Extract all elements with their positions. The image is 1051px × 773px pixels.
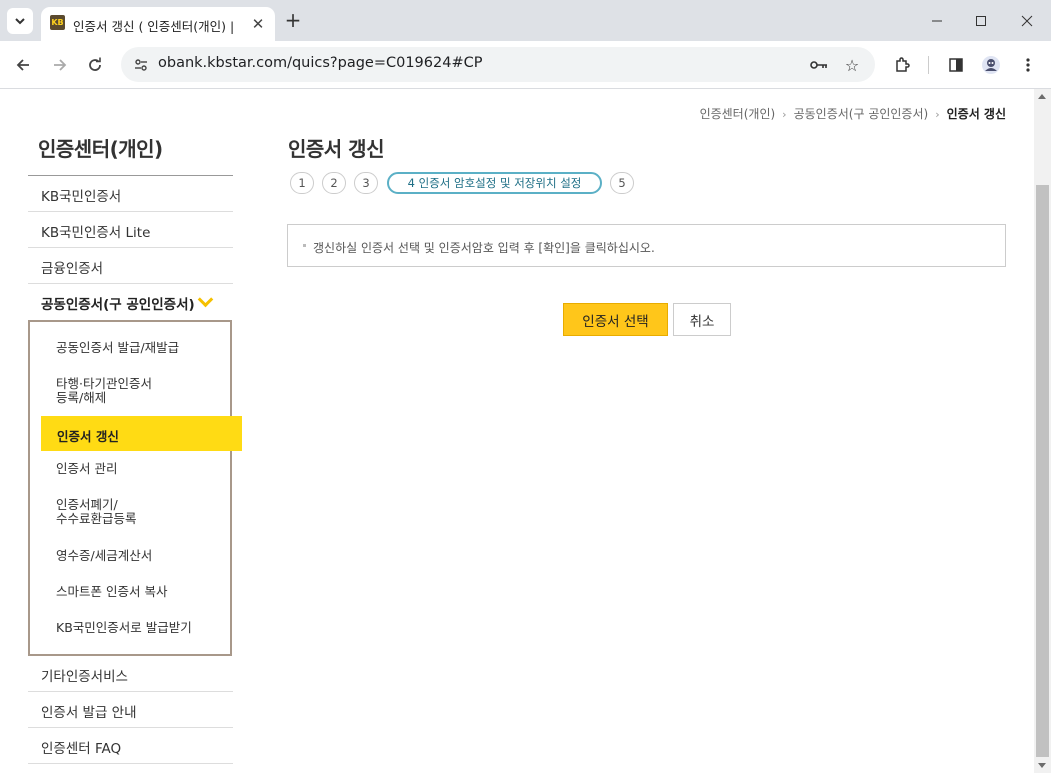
sidebar-item-kb-cert[interactable]: KB국민인증서 — [28, 176, 233, 212]
forward-arrow-icon[interactable] — [48, 53, 72, 77]
maximize-icon[interactable] — [966, 8, 996, 34]
minimize-icon[interactable] — [922, 8, 952, 34]
submenu-item-label-line2: 등록/해제 — [56, 390, 107, 405]
sidebar-item-label: 공동인증서(구 공인인증서) — [41, 297, 195, 313]
profile-avatar-icon[interactable] — [978, 52, 1004, 78]
sidebar-item-kb-cert-lite[interactable]: KB국민인증서 Lite — [28, 212, 233, 248]
toolbar-divider — [928, 56, 929, 74]
submenu-item-label-line2: 수수료환급등록 — [56, 511, 137, 526]
step-indicator: 5 — [610, 172, 634, 194]
sidebar-item-issue-guide[interactable]: 인증서 발급 안내 — [28, 692, 233, 728]
kebab-menu-icon[interactable] — [1015, 52, 1041, 78]
submenu-item-label: 영수증/세금계산서 — [56, 548, 153, 563]
breadcrumb-item[interactable]: 공동인증서(구 공인인증서) — [794, 107, 929, 121]
chevron-down-icon — [197, 291, 214, 308]
sidebar-item-joint-cert[interactable]: 공동인증서(구 공인인증서) — [28, 284, 233, 319]
plus-icon[interactable]: + — [283, 8, 303, 32]
submenu-item-label: 공동인증서 발급/재발급 — [56, 340, 180, 355]
site-info-icon[interactable] — [131, 55, 151, 75]
sidebar-submenu — [28, 320, 232, 656]
scroll-down-arrow-icon[interactable] — [1038, 763, 1046, 768]
submenu-item-label: 인증서 관리 — [56, 461, 118, 476]
sidebar-item-faq[interactable]: 인증센터 FAQ — [28, 728, 233, 764]
scroll-up-arrow-icon[interactable] — [1038, 94, 1046, 99]
sidebar-item-label: 기타인증서비스 — [41, 669, 128, 685]
step-indicator-active: 4 인증서 암호설정 및 저장위치 설정 — [387, 172, 602, 194]
submenu-item-renew[interactable]: 인증서 갱신 — [41, 416, 242, 451]
submenu-item-label: 스마트폰 인증서 복사 — [56, 584, 168, 599]
browser-tab[interactable]: KB 인증서 갱신 ( 인증센터(개인) | ✕ — [41, 7, 275, 41]
page-viewport: 인증센터(개인) › 공동인증서(구 공인인증서) › 인증서 갱신 인증센터(개인) … — [0, 89, 1051, 773]
select-certificate-button[interactable]: 인증서 선택 — [563, 303, 668, 336]
key-icon[interactable] — [808, 54, 830, 76]
submenu-item-label-line1: 타행·타기관인증서 — [56, 376, 152, 391]
info-text: 갱신하실 인증서 선택 및 인증서암호 입력 후 [확인]을 클릭하십시오. — [313, 241, 655, 255]
browser-titlebar: KB 인증서 갱신 ( 인증센터(개인) | ✕ + — [0, 0, 1051, 41]
window-close-icon[interactable] — [1012, 8, 1042, 34]
sidebar-item-label: 인증센터 FAQ — [41, 741, 122, 757]
tab-title: 인증서 갱신 ( 인증센터(개인) | — [73, 19, 235, 34]
address-bar[interactable]: obank.kbstar.com/quics?page=C019624#CP ☆ — [121, 47, 875, 82]
tab-search-button[interactable] — [7, 8, 33, 34]
step-indicator: 1 — [290, 172, 314, 194]
chevron-down-icon — [15, 18, 25, 25]
sidebar-item-label: KB국민인증서 — [41, 189, 122, 205]
step-indicator: 3 — [354, 172, 378, 194]
reload-icon[interactable] — [83, 53, 107, 77]
bullet-icon — [303, 244, 306, 247]
step-indicator: 2 — [322, 172, 346, 194]
url-text[interactable]: obank.kbstar.com/quics?page=C019624#CP — [158, 55, 482, 71]
sidebar-item-other-cert-service[interactable]: 기타인증서비스 — [28, 656, 233, 692]
breadcrumb-current: 인증서 갱신 — [946, 107, 1006, 121]
submenu-item-label-line1: 인증서폐기/ — [56, 497, 118, 512]
breadcrumb: 인증센터(개인) › 공동인증서(구 공인인증서) › 인증서 갱신 — [0, 105, 1006, 122]
info-box: 갱신하실 인증서 선택 및 인증서암호 입력 후 [확인]을 클릭하십시오. — [287, 224, 1006, 267]
sidebar-item-label: 금융인증서 — [41, 261, 104, 277]
sidebar-title: 인증센터(개인) — [38, 137, 163, 161]
breadcrumb-separator-icon: › — [935, 108, 940, 121]
sidebar-item-label: 인증서 발급 안내 — [41, 705, 137, 721]
back-arrow-icon[interactable] — [11, 53, 35, 77]
breadcrumb-separator-icon: › — [782, 108, 787, 121]
submenu-item-label: KB국민인증서로 발급받기 — [56, 620, 192, 635]
breadcrumb-item[interactable]: 인증센터(개인) — [700, 107, 776, 121]
close-icon[interactable]: ✕ — [248, 14, 268, 34]
scrollbar-thumb[interactable] — [1036, 185, 1049, 757]
star-icon[interactable]: ☆ — [841, 54, 863, 76]
extensions-icon[interactable] — [889, 52, 915, 78]
cancel-button[interactable]: 취소 — [673, 303, 731, 336]
kb-favicon-icon: KB — [50, 15, 65, 30]
browser-toolbar: obank.kbstar.com/quics?page=C019624#CP ☆ — [0, 41, 1051, 89]
page-title: 인증서 갱신 — [288, 137, 384, 161]
sidebar-item-financial-cert[interactable]: 금융인증서 — [28, 248, 233, 284]
sidebar-item-label: KB국민인증서 Lite — [41, 225, 151, 241]
submenu-item-label: 인증서 갱신 — [57, 429, 119, 444]
page-scrollbar[interactable] — [1034, 89, 1051, 773]
side-panel-icon[interactable] — [943, 52, 969, 78]
